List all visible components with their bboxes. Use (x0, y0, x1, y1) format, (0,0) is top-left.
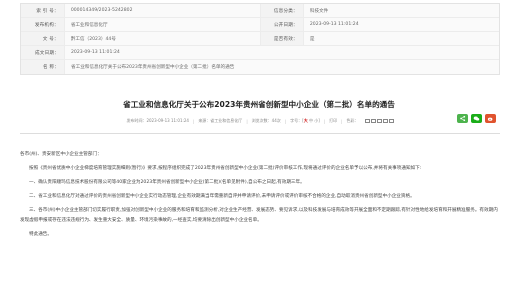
publish-date-label: 公开日期： (260, 18, 304, 31)
font-size-switcher: 字号：[大 中 小] (290, 118, 320, 123)
share-buttons (457, 114, 496, 123)
source-info: 来源：省工业和信息化厅 (198, 118, 243, 123)
meta-row-name: 名 称： 省工业和信息化厅关于公布2023年贵州省创新型中小企业（第二批）名单的… (21, 60, 499, 74)
issuer-value: 省工业和信息化厅 (70, 22, 108, 28)
font-large-link[interactable]: 大 (304, 118, 308, 123)
document-body: 各市(州)、贵安新区中小企业主管部门： 按照《贵州省优质中小企业梯度培育管理实施… (20, 150, 498, 244)
created-label: 成文日期： (21, 46, 65, 59)
color-swatch[interactable] (388, 119, 394, 123)
info-class-label: 信息分类： (260, 4, 304, 17)
info-class-value: 科技文件 (309, 8, 329, 14)
closing: 特此通告。 (29, 232, 52, 237)
index-value: 000014349/2023-5242802 (70, 8, 133, 13)
paragraph-2: 一、确认贵阳顺玛信息技术股份有限公司等40家企业为2023年贵州省创新型中小企业… (29, 180, 305, 185)
wechat-icon[interactable] (471, 114, 482, 123)
color-label: 色彩： (346, 118, 359, 123)
meta-row-docno: 文 号： 黔工信（2023）44号 是否有效： 是 (21, 32, 499, 46)
publish-date-value: 2023-09-13 11:01:24 (309, 22, 359, 27)
paragraph-4: 三、各市(州)中小企业主管部门切实履行职责,加强对创新型中小企业的服务和培育和监… (20, 208, 498, 223)
color-swatch[interactable] (382, 119, 388, 123)
meta-row-index: 索 引 号： 000014349/2023-5242802 信息分类： 科技文件 (21, 4, 499, 18)
valid-value: 是 (309, 36, 315, 42)
weibo-icon[interactable] (485, 114, 496, 123)
publish-date-info: 发布时间：2023-09-13 11:01:24 (126, 118, 189, 123)
metadata-table: 索 引 号： 000014349/2023-5242802 信息分类： 科技文件… (20, 3, 500, 75)
paragraph-1: 按照《贵州省优质中小企业梯度培育管理实施细则(暂行)》要求,按程序组织完成了20… (29, 166, 422, 171)
meta-row-issuer: 发布机构： 省工业和信息化厅 公开日期： 2023-09-13 11:01:24 (21, 18, 499, 32)
doc-no-value: 黔工信（2023）44号 (70, 36, 116, 42)
name-value: 省工业和信息化厅关于公布2023年贵州省创新型中小企业（第二批）名单的通告 (71, 65, 235, 70)
color-swatch[interactable] (376, 119, 382, 123)
name-label: 名 称： (21, 60, 65, 74)
created-value: 2023-09-13 11:01:24 (71, 50, 120, 55)
article-info-bar: 发布时间：2023-09-13 11:01:24 | 来源：省工业和信息化厅 |… (20, 114, 500, 128)
font-mid-link[interactable]: 中 (309, 118, 313, 123)
title-divider (20, 133, 500, 134)
print-link[interactable]: 打印 (329, 118, 337, 124)
meta-row-created: 成文日期： 2023-09-13 11:01:24 (21, 46, 499, 60)
color-swatches (364, 119, 394, 123)
greeting: 各市(州)、贵安新区中小企业主管部门： (20, 152, 102, 157)
index-label: 索 引 号： (21, 4, 65, 17)
color-swatch[interactable] (364, 119, 370, 123)
share-icon[interactable] (457, 114, 468, 123)
doc-no-label: 文 号： (21, 32, 65, 45)
document-title: 省工业和信息化厅关于公布2023年贵州省创新型中小企业（第二批）名单的通告 (123, 100, 395, 109)
color-swatch[interactable] (370, 119, 376, 123)
issuer-label: 发布机构： (21, 18, 65, 31)
view-count: 浏览次数：44次 (251, 118, 281, 123)
valid-label: 是否有效： (260, 32, 304, 45)
paragraph-3: 二、省工业和信息化厅对通过评价的贵州省创新型中小企业实行动态管理,企业有效期满当… (29, 194, 415, 199)
